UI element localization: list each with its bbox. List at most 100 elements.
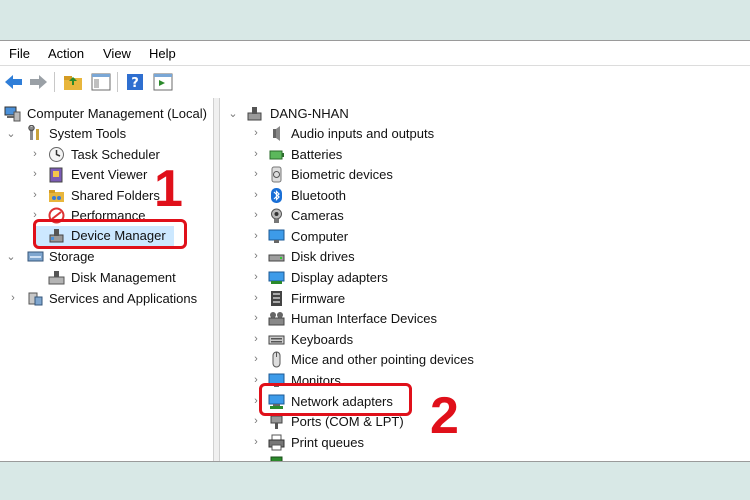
tree-label: Print queues xyxy=(291,435,364,450)
tree-item-disk-management[interactable]: Disk Management xyxy=(0,268,213,288)
tree-item-system-tools[interactable]: ⌄ System Tools xyxy=(0,124,213,144)
chevron-right-icon[interactable]: › xyxy=(251,436,261,448)
callout-number-1: 1 xyxy=(154,160,183,218)
callout-box-device-manager xyxy=(33,219,187,249)
device-category-biometric[interactable]: › Biometric devices xyxy=(220,165,740,185)
device-category-bluetooth[interactable]: › Bluetooth xyxy=(220,186,740,206)
computer-icon xyxy=(246,105,263,122)
monitor-icon xyxy=(268,228,285,245)
menu-file[interactable]: File xyxy=(9,46,30,61)
tree-label: Batteries xyxy=(291,147,343,162)
fingerprint-icon xyxy=(268,166,285,183)
tree-label: Human Interface Devices xyxy=(291,311,437,326)
chevron-right-icon[interactable]: › xyxy=(251,189,261,201)
help-icon[interactable]: ? xyxy=(124,71,146,93)
tree-item-computer-management[interactable]: Computer Management (Local) xyxy=(0,104,213,124)
printer-icon xyxy=(268,434,285,451)
device-category-hid[interactable]: › Human Interface Devices xyxy=(220,309,740,329)
chevron-right-icon[interactable]: › xyxy=(251,333,261,345)
back-arrow-icon[interactable] xyxy=(3,71,25,93)
menu-action[interactable]: Action xyxy=(48,46,84,61)
tree-label: DANG-NHAN xyxy=(270,106,349,121)
menu-help[interactable]: Help xyxy=(149,46,176,61)
tree-label: Keyboards xyxy=(291,332,354,347)
hid-icon xyxy=(268,310,285,327)
device-category-print-queues[interactable]: › Print queues xyxy=(220,433,740,453)
storage-icon xyxy=(27,248,44,265)
forward-arrow-icon[interactable] xyxy=(27,71,49,93)
device-category-audio[interactable]: › Audio inputs and outputs xyxy=(220,124,740,144)
tree-label: Services and Applications xyxy=(49,291,198,306)
chevron-right-icon[interactable]: › xyxy=(30,148,40,160)
firmware-icon xyxy=(268,290,285,307)
chevron-right-icon[interactable]: › xyxy=(251,250,261,262)
chevron-down-icon[interactable]: ⌄ xyxy=(6,250,16,263)
tree-label: Cameras xyxy=(291,208,344,223)
callout-box-network-adapters xyxy=(259,383,412,416)
event-viewer-icon xyxy=(48,166,65,183)
tree-item-storage[interactable]: ⌄ Storage xyxy=(0,247,213,267)
tree-label: Bluetooth xyxy=(291,188,346,203)
disk-drive-icon xyxy=(268,248,285,265)
callout-number-2: 2 xyxy=(430,387,459,445)
device-category-cameras[interactable]: › Cameras xyxy=(220,206,740,226)
device-category-display-adapters[interactable]: › Display adapters xyxy=(220,268,740,288)
display-adapter-icon xyxy=(268,269,285,286)
chevron-right-icon[interactable]: › xyxy=(251,230,261,242)
chevron-right-icon[interactable]: › xyxy=(251,168,261,180)
device-category-firmware[interactable]: › Firmware xyxy=(220,289,740,309)
shared-folder-icon xyxy=(48,187,65,204)
chevron-right-icon[interactable]: › xyxy=(251,415,261,427)
chevron-down-icon[interactable]: ⌄ xyxy=(6,127,16,140)
tree-label: Disk Management xyxy=(71,270,176,285)
bluetooth-icon xyxy=(268,187,285,204)
chevron-right-icon[interactable]: › xyxy=(251,127,261,139)
show-hide-tree-icon[interactable] xyxy=(90,71,112,93)
up-folder-icon[interactable] xyxy=(62,71,84,93)
disk-management-icon xyxy=(48,269,65,286)
chevron-down-icon[interactable]: ⌄ xyxy=(228,107,238,120)
chevron-right-icon[interactable]: › xyxy=(251,312,261,324)
tree-label: Mice and other pointing devices xyxy=(291,352,474,367)
processor-icon xyxy=(268,455,285,461)
chevron-right-icon[interactable]: › xyxy=(30,168,40,180)
tools-icon xyxy=(27,124,44,142)
tree-label: Computer xyxy=(291,229,349,244)
mouse-icon xyxy=(268,351,285,368)
device-category-computer[interactable]: › Computer xyxy=(220,227,740,247)
device-category-batteries[interactable]: › Batteries xyxy=(220,145,740,165)
tree-label: Event Viewer xyxy=(71,167,148,182)
tree-label: Biometric devices xyxy=(291,167,393,182)
tree-label: Firmware xyxy=(291,291,346,306)
speaker-icon xyxy=(268,125,285,142)
clock-icon xyxy=(48,146,65,163)
show-action-pane-icon[interactable] xyxy=(152,71,174,93)
menu-view[interactable]: View xyxy=(103,46,131,61)
svg-text:?: ? xyxy=(131,76,139,91)
tree-label: System Tools xyxy=(49,126,127,141)
chevron-right-icon[interactable]: › xyxy=(251,353,261,365)
device-category-keyboards[interactable]: › Keyboards xyxy=(220,330,740,350)
tree-label: Storage xyxy=(49,249,95,264)
device-tree-root[interactable]: ⌄ DANG-NHAN xyxy=(220,104,740,124)
tree-label: Ports (COM & LPT) xyxy=(291,414,404,429)
device-category-disk-drives[interactable]: › Disk drives xyxy=(220,247,740,267)
services-icon xyxy=(27,290,44,307)
tree-item-services-applications[interactable]: › Services and Applications xyxy=(0,289,213,309)
toolbar: ? xyxy=(0,65,750,99)
device-category-partial[interactable] xyxy=(220,454,740,461)
tree-label: Audio inputs and outputs xyxy=(291,126,435,141)
chevron-right-icon[interactable]: › xyxy=(251,148,261,160)
device-category-mice[interactable]: › Mice and other pointing devices xyxy=(220,350,740,370)
tree-label: Computer Management (Local) xyxy=(27,106,207,121)
menu-bar: File Action View Help xyxy=(0,41,750,65)
battery-icon xyxy=(268,146,285,163)
computer-management-icon xyxy=(4,105,21,122)
chevron-right-icon[interactable]: › xyxy=(251,209,261,221)
chevron-right-icon[interactable]: › xyxy=(251,292,261,304)
chevron-right-icon[interactable]: › xyxy=(30,189,40,201)
tree-label: Task Scheduler xyxy=(71,147,160,162)
chevron-right-icon[interactable]: › xyxy=(251,271,261,283)
chevron-right-icon[interactable]: › xyxy=(8,292,18,304)
keyboard-icon xyxy=(268,331,285,348)
